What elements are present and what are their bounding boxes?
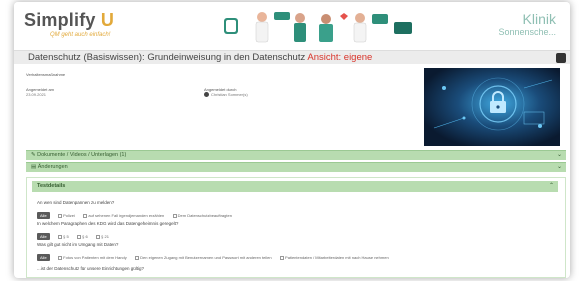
logo-u: U xyxy=(100,10,115,30)
accordion-documents[interactable]: ✎ Dokumente / Videos / Unterlagen (1) ⌄ xyxy=(26,150,566,160)
checkbox-icon xyxy=(83,214,88,219)
accordion-changes[interactable]: ▤ Änderungen ⌄ xyxy=(26,162,566,172)
question-options: Alle Polizei auf sehenen Fall irgendjema… xyxy=(37,207,232,220)
answer-label: § 21 xyxy=(101,234,109,240)
answer-option[interactable]: auf sehenen Fall irgendjemanden erzählen xyxy=(83,213,164,218)
accordion-testdetails[interactable]: Testdetails ⌃ xyxy=(32,181,558,192)
answer-label: Polizei xyxy=(63,213,75,219)
course-thumbnail-image xyxy=(424,68,560,146)
author-value: Christian Sommer(s) xyxy=(204,92,248,98)
answer-label: Den eigenen Zugang mit Benutzernamen und… xyxy=(140,255,272,261)
checkbox-icon xyxy=(77,235,82,240)
answer-option[interactable]: Fotos von Patienten mit dem Handy xyxy=(58,255,127,260)
accordion-documents-label: ✎ Dokumente / Videos / Unterlagen (1) xyxy=(31,152,127,158)
question-options: Alle Fotos von Patienten mit dem Handy D… xyxy=(37,249,389,262)
answer-label: Patientendaten / Mitarbeiterdaten mit na… xyxy=(285,255,389,261)
category-label: Verhaltensmaßnahme xyxy=(26,72,66,77)
checkbox-icon xyxy=(58,214,63,219)
page-title-text: Datenschutz (Basiswissen): Grundeinweisu… xyxy=(28,52,306,63)
answer-label: Fotos von Patienten mit dem Handy xyxy=(63,255,127,261)
app-header: Simplify U QM geht auch einfach! Klinik … xyxy=(14,2,570,48)
page-title-bar: Datenschutz (Basiswissen): Grundeinweisu… xyxy=(14,50,570,64)
question-text: ...ist der Datenschutz für unsere Einric… xyxy=(37,266,145,271)
answer-option[interactable]: Polizei xyxy=(58,213,75,218)
app-window: Simplify U QM geht auch einfach! Klinik … xyxy=(14,2,570,278)
accordion-documents-text: Dokumente / Videos / Unterlagen (1) xyxy=(37,152,127,158)
testdetails-panel: Testdetails ⌃ An wen sind Datenpannen zu… xyxy=(26,177,566,278)
checkbox-icon xyxy=(172,214,177,219)
checkbox-icon xyxy=(280,256,285,261)
print-icon[interactable] xyxy=(556,53,566,63)
view-label[interactable]: Ansicht: eigene xyxy=(307,52,372,63)
answer-label: § 5 xyxy=(63,234,69,240)
simplify-logo[interactable]: Simplify U xyxy=(24,10,114,31)
answer-label: Dem Datenschutzbeauftragten xyxy=(177,213,232,219)
clinic-subname: Sonnensche... xyxy=(498,27,556,37)
accordion-testdetails-label: Testdetails xyxy=(37,182,66,189)
author-name: Christian Sommer(s) xyxy=(211,92,248,97)
accordion-changes-text: Änderungen xyxy=(37,164,68,170)
accordion-changes-label: ▤ Änderungen xyxy=(31,164,68,170)
avatar xyxy=(204,92,209,98)
checkbox-icon xyxy=(58,235,63,240)
question-options: Alle § 5 § 6 § 21 xyxy=(37,228,109,241)
question-text: Was gilt gut nicht im Umgang mit Daten? xyxy=(37,242,119,247)
answer-option[interactable]: Patientendaten / Mitarbeiterdaten mit na… xyxy=(280,255,389,260)
header-illustration xyxy=(224,12,412,43)
answer-option[interactable]: Dem Datenschutzbeauftragten xyxy=(172,213,232,219)
clinic-logo: Klinik Sonnensche... xyxy=(498,11,556,39)
question-text: In welchem Paragraphen des KDG wird das … xyxy=(37,221,179,226)
page-title: Datenschutz (Basiswissen): Grundeinweisu… xyxy=(28,52,372,63)
select-all-button[interactable]: Alle xyxy=(37,212,50,220)
select-all-button[interactable]: Alle xyxy=(37,254,50,262)
checkbox-icon xyxy=(58,256,63,261)
answer-label: auf sehenen Fall irgendjemanden erzählen xyxy=(88,213,165,219)
created-value: 23.09.2021 xyxy=(26,92,47,97)
answer-option[interactable]: § 5 xyxy=(58,234,69,239)
chevron-down-icon[interactable]: ⌄ xyxy=(557,151,562,158)
logo-slogan: QM geht auch einfach! xyxy=(50,32,111,38)
select-all-button[interactable]: Alle xyxy=(37,233,50,241)
question-text: An wen sind Datenpannen zu melden? xyxy=(37,200,115,205)
chevron-down-icon[interactable]: ⌄ xyxy=(557,163,562,170)
logo-text: Simplify xyxy=(24,10,96,30)
answer-option[interactable]: Den eigenen Zugang mit Benutzernamen und… xyxy=(135,255,272,261)
checkbox-icon xyxy=(135,256,140,261)
answer-option[interactable]: § 21 xyxy=(96,234,109,239)
answer-label: § 6 xyxy=(82,234,88,240)
clinic-name: Klinik xyxy=(522,11,556,27)
answer-option[interactable]: § 6 xyxy=(77,234,88,239)
checkbox-icon xyxy=(96,235,101,240)
chevron-up-icon[interactable]: ⌃ xyxy=(549,182,554,189)
